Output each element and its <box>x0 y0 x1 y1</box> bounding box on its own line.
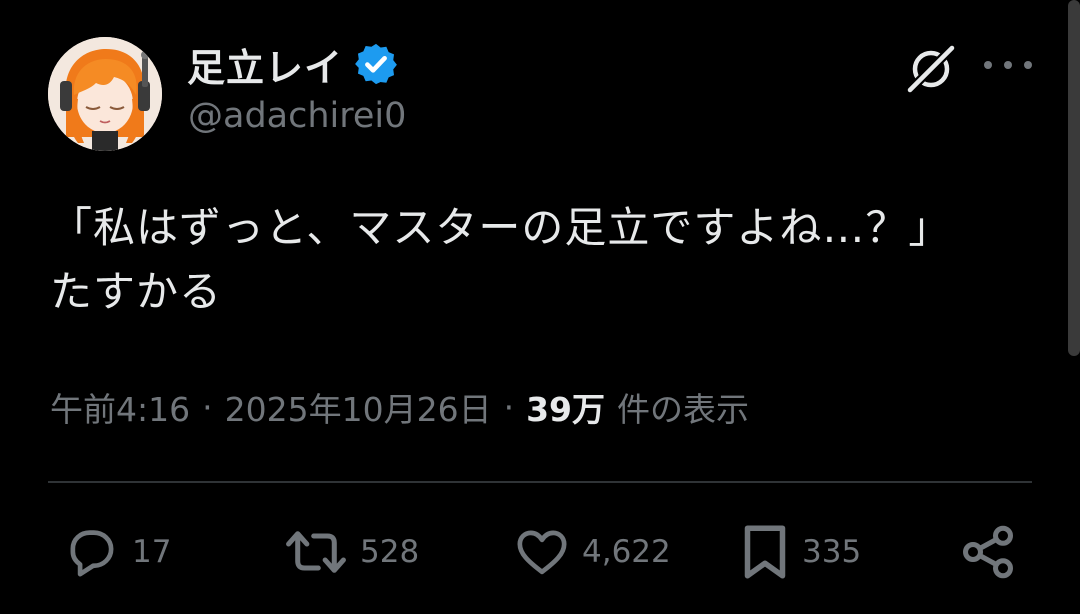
repost-icon <box>286 531 346 573</box>
handle[interactable]: @adachirei0 <box>188 96 406 136</box>
reply-icon <box>70 530 114 577</box>
share-icon <box>963 525 1013 579</box>
reply-button[interactable]: 17 <box>64 520 171 584</box>
tweet-time[interactable]: 午前4:16 <box>50 383 190 431</box>
meta-separator: · <box>202 387 213 427</box>
repost-button[interactable]: 528 <box>284 520 419 584</box>
reply-count: 17 <box>132 534 172 570</box>
bookmark-button[interactable]: 335 <box>740 520 861 584</box>
like-icon <box>517 530 567 575</box>
display-name[interactable]: 足立レイ <box>187 37 343 92</box>
divider <box>48 481 1032 483</box>
avatar-image <box>48 37 162 151</box>
action-bar: 17 528 4,622 335 <box>0 520 1080 584</box>
author-name-row[interactable]: 足立レイ <box>187 36 399 92</box>
tweet-text: 「私はずっと、マスターの足立ですよね…？」 たすかる <box>50 203 952 316</box>
tweet-detail: 足立レイ @adachirei0 「私はずっと、マスターの足立ですよね…？」 た… <box>0 0 1080 614</box>
like-button[interactable]: 4,622 <box>514 520 671 584</box>
bookmark-count: 335 <box>802 534 862 570</box>
views-label[interactable]: 件の表示 <box>617 383 749 431</box>
views-count[interactable]: 39万 <box>526 383 605 431</box>
like-count: 4,622 <box>582 534 671 570</box>
repost-count: 528 <box>360 534 420 570</box>
meta-separator: · <box>503 387 515 427</box>
verified-badge-icon[interactable] <box>353 41 399 87</box>
tweet-meta: 午前4:16 · 2025年10月26日 · 39万 件の表示 <box>50 384 749 430</box>
share-button[interactable] <box>958 520 1018 584</box>
avatar[interactable] <box>48 37 162 151</box>
tweet-date[interactable]: 2025年10月26日 <box>225 383 492 431</box>
grok-icon[interactable] <box>902 40 960 98</box>
bookmark-icon <box>744 525 786 579</box>
more-icon[interactable] <box>984 52 1032 78</box>
scrollbar[interactable] <box>1068 0 1080 356</box>
